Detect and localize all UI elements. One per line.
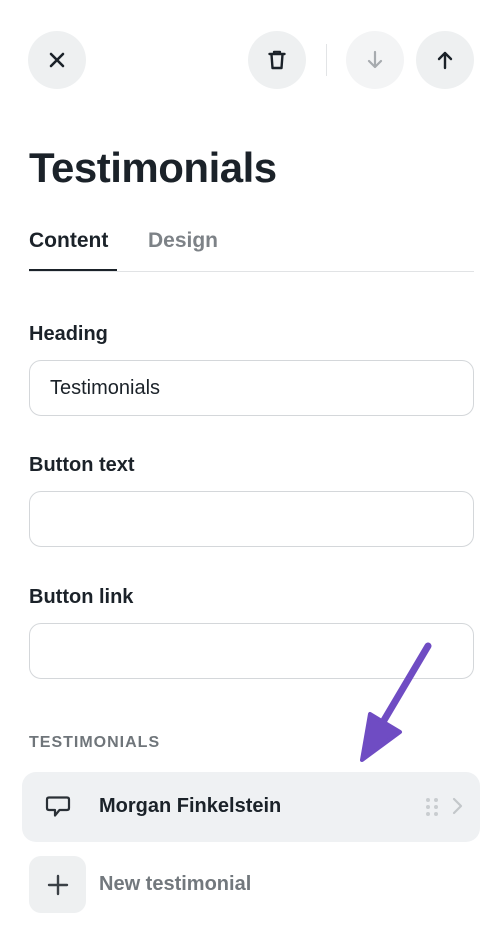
- close-icon: [49, 52, 65, 68]
- tab-design[interactable]: Design: [148, 228, 218, 254]
- arrow-down-icon: [367, 50, 383, 69]
- page-title: Testimonials: [29, 144, 277, 191]
- close-button[interactable]: [28, 31, 86, 89]
- testimonials-section-label: TESTIMONIALS: [29, 734, 161, 751]
- move-down-button[interactable]: [346, 31, 404, 89]
- toolbar-divider: [326, 44, 327, 76]
- drag-handle-icon[interactable]: [425, 797, 439, 817]
- testimonial-item[interactable]: Morgan Finkelstein: [22, 772, 480, 842]
- testimonial-name: Morgan Finkelstein: [99, 795, 282, 817]
- add-testimonial-label[interactable]: New testimonial: [99, 871, 251, 897]
- button-link-label: Button link: [29, 586, 134, 608]
- active-tab-indicator: [29, 269, 117, 271]
- tab-bar: Content Design: [29, 222, 474, 272]
- heading-input[interactable]: [29, 360, 474, 416]
- arrow-up-icon: [437, 51, 453, 70]
- tab-content[interactable]: Content: [29, 228, 108, 254]
- chat-bubble-icon: [45, 796, 71, 817]
- add-testimonial-button[interactable]: [29, 856, 86, 913]
- delete-button[interactable]: [248, 31, 306, 89]
- plus-icon: [47, 874, 68, 895]
- heading-label: Heading: [29, 323, 108, 345]
- button-text-input[interactable]: [29, 491, 474, 547]
- trash-icon: [268, 50, 286, 70]
- move-up-button[interactable]: [416, 31, 474, 89]
- annotation-arrow-icon: [360, 642, 432, 762]
- button-text-label: Button text: [29, 454, 135, 476]
- chevron-right-icon: [452, 797, 463, 815]
